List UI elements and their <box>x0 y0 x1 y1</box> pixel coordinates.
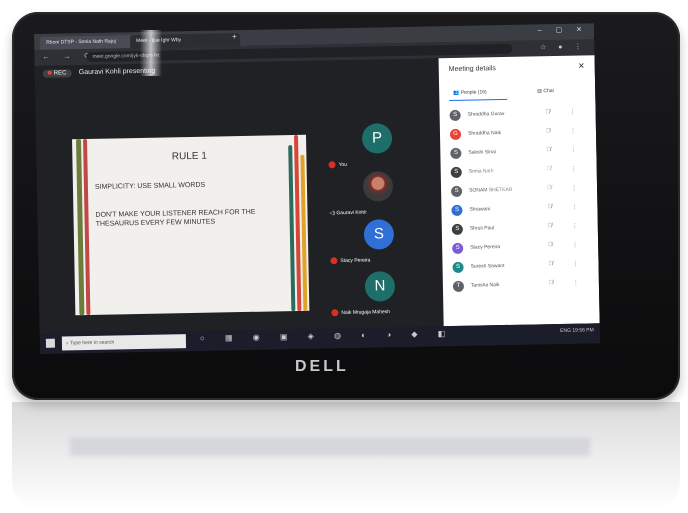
close-icon[interactable]: ✕ <box>578 61 585 70</box>
tile-name-row: Naik Mrugaja Mahesh <box>331 308 391 317</box>
mic-off-icon: 🎙̸ <box>546 185 552 192</box>
more-options-icon[interactable]: ⋮ <box>570 109 576 116</box>
avatar: G <box>449 128 462 141</box>
brand-logo: DELL <box>295 358 349 375</box>
active-tab-indicator <box>449 98 508 102</box>
taskbar-app-icons[interactable]: ○ ▦ ◉ ▣ ◈ ◍ ◐ ◑ ◆ ◧ <box>200 329 455 343</box>
avatar: P <box>361 123 393 154</box>
avatar: T <box>452 280 465 293</box>
tile-name: Stacy Pereira <box>340 257 371 264</box>
participant-tile[interactable]: P You <box>326 118 427 172</box>
avatar: S <box>451 223 463 236</box>
list-item[interactable]: T Tanisha Naik 🎙̸ ⋮ <box>443 274 599 296</box>
presenter-label: Gauravi Kohli presenting <box>78 67 156 77</box>
person-name: Shrawani <box>469 206 491 213</box>
person-name: Shraddha Naik <box>467 130 502 137</box>
avatar: S <box>452 261 464 274</box>
more-options-icon[interactable]: ⋮ <box>571 166 577 173</box>
slide-bullet-1: SIMPLICITY: USE SMALL WORDS <box>94 181 206 191</box>
more-options-icon[interactable]: ⋮ <box>572 223 578 230</box>
mic-off-icon: 🎙̸ <box>548 261 554 268</box>
taskbar-search[interactable]: ⌕ Type here to search <box>61 334 187 351</box>
more-options-icon[interactable]: ⋮ <box>570 147 576 154</box>
tab-chat-label: Chat <box>543 88 554 95</box>
more-options-icon[interactable]: ⋮ <box>571 204 577 211</box>
search-icon: ⌕ <box>65 340 69 347</box>
avatar: S <box>450 166 462 179</box>
avatar: S <box>363 219 395 250</box>
avatar: S <box>452 242 464 255</box>
mic-off-icon: 🎙̸ <box>545 109 551 116</box>
avatar: N <box>364 271 396 302</box>
more-options-icon[interactable]: ⋮ <box>573 280 579 287</box>
tile-name: Naik Mrugaja Mahesh <box>341 309 391 316</box>
mic-off-icon: 🎙̸ <box>547 223 553 230</box>
browser-toolbar-icons[interactable]: ☆ ● ⋮ <box>540 42 587 51</box>
person-name: Shraddha Gurav <box>467 110 505 118</box>
chat-icon: ▤ <box>537 88 542 95</box>
mic-off-icon: 🎙̸ <box>548 242 553 249</box>
laptop-screen: Rhoni DTSP - Sonia Nath Rajuj Meet - Iju… <box>34 23 601 354</box>
participant-tile[interactable]: S Stacy Pereira <box>328 214 429 268</box>
avatar: S <box>450 185 463 198</box>
participant-tile[interactable]: N Naik Mrugaja Mahesh <box>329 266 430 320</box>
person-name: Stacy Pereira <box>470 244 501 251</box>
window-controls[interactable]: – ▢ ✕ <box>538 25 588 34</box>
avatar: S <box>451 204 463 217</box>
tab-chat[interactable]: ▤ Chat <box>537 88 554 94</box>
people-icon: 👥 <box>453 89 460 96</box>
meet-stage: REC Gauravi Kohli presenting RULE 1 SIMP… <box>34 55 600 334</box>
mic-off-icon: 🎙̸ <box>546 147 551 154</box>
person-name: Sakshi Sinai <box>468 149 496 156</box>
avatar-photo <box>362 171 394 202</box>
pencil-decoration <box>83 139 91 316</box>
more-options-icon[interactable]: ⋮ <box>572 261 578 268</box>
windows-start-icon[interactable] <box>45 338 56 348</box>
person-name: Sonia Nath <box>468 168 494 175</box>
rec-label: REC <box>53 70 67 77</box>
panel-title: Meeting details <box>448 65 496 74</box>
person-name: SONAM SHETKAR <box>469 186 513 194</box>
avatar: S <box>450 147 462 160</box>
taskbar-search-text: Type here to search <box>70 339 115 347</box>
participant-tile[interactable]: ◁) Gauravi Kohli <box>327 166 428 220</box>
more-options-icon[interactable]: ⋮ <box>570 128 576 135</box>
surface-reflection <box>12 402 680 510</box>
tile-name-row: Stacy Pereira <box>330 257 370 265</box>
mic-off-icon: 🎙̸ <box>548 280 554 287</box>
more-options-icon[interactable]: ⋮ <box>571 185 577 192</box>
shared-slide: RULE 1 SIMPLICITY: USE SMALL WORDS DON'T… <box>72 134 310 316</box>
mic-off-icon: 🎙̸ <box>545 128 551 135</box>
slide-bullet-2: DON'T MAKE YOUR LISTENER REACH FOR THE T… <box>95 208 256 228</box>
more-options-icon[interactable]: ⋮ <box>572 242 578 249</box>
mic-off-icon: 🎙̸ <box>547 204 552 211</box>
avatar: S <box>449 109 461 122</box>
participant-tiles: P You ◁) Gauravi Kohli S Stacy Pereira N… <box>326 118 430 320</box>
system-tray[interactable]: ENG 19:56 PM <box>560 327 594 334</box>
person-name: Tanisha Naik <box>470 282 500 289</box>
photo: Rhoni DTSP - Sonia Nath Rajuj Meet - Iju… <box>0 0 688 513</box>
tab-people[interactable]: 👥 People (16) <box>453 89 487 96</box>
mic-off-icon <box>330 257 338 265</box>
new-tab-icon[interactable]: + <box>232 32 237 41</box>
reflection-taskbar <box>70 438 590 456</box>
recording-badge: REC <box>42 69 72 78</box>
pencil-decoration <box>300 154 308 311</box>
people-list: S Shraddha Gurav 🎙̸ ⋮ G Shraddha Naik 🎙̸ ⋮ S Sa… <box>439 103 599 296</box>
mic-off-icon <box>331 309 339 317</box>
meeting-details-panel: Meeting details ✕ 👥 People (16) ▤ Chat S… <box>438 55 600 327</box>
record-dot-icon <box>47 70 52 75</box>
tab-people-label: People (16) <box>460 89 487 96</box>
person-name: Suresh Sawant <box>470 263 505 270</box>
person-name: Shruti Paul <box>469 225 495 232</box>
slide-title: RULE 1 <box>171 150 207 163</box>
mic-off-icon: 🎙̸ <box>546 166 552 173</box>
